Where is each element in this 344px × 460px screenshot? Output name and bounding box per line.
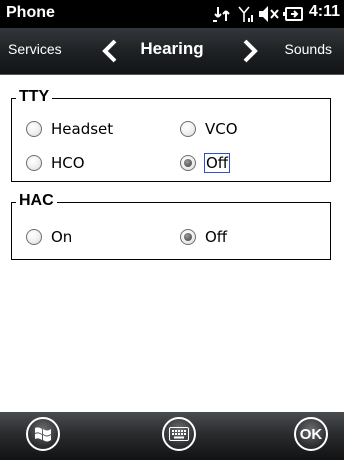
tty-hco-radio[interactable]: HCO <box>26 154 85 172</box>
hac-on-label: On <box>51 228 73 246</box>
hac-off-radio[interactable]: Off <box>180 228 227 246</box>
tty-vco-radio[interactable]: VCO <box>180 120 238 138</box>
speaker-muted-icon <box>259 6 279 22</box>
clock-time: 4:11 <box>308 3 340 20</box>
ok-button-label: OK <box>299 425 323 443</box>
hac-on-radio[interactable]: On <box>26 228 72 246</box>
start-windows-icon <box>35 427 51 442</box>
keyboard-button[interactable] <box>162 417 196 451</box>
tty-headset-label: Headset <box>51 120 114 138</box>
radio-unchecked-icon <box>180 121 196 137</box>
radio-unchecked-icon <box>26 155 42 171</box>
tty-group: TTY Headset VCO HCO Off <box>11 88 331 182</box>
bottom-softkey-bar: OK <box>0 412 344 460</box>
data-transfer-icon <box>213 7 230 22</box>
radio-unchecked-icon <box>26 121 42 137</box>
radio-checked-icon <box>180 229 196 245</box>
tty-off-label: Off <box>203 153 231 173</box>
hac-group-label: HAC <box>16 192 57 210</box>
tty-off-radio[interactable]: Off <box>180 153 231 173</box>
hac-off-label: Off <box>205 228 228 246</box>
radio-checked-icon <box>180 155 196 171</box>
nav-next-link[interactable]: Sounds <box>285 41 332 57</box>
tty-headset-radio[interactable]: Headset <box>26 120 113 138</box>
hac-group: HAC On Off <box>11 192 331 260</box>
ok-button[interactable]: OK <box>294 417 328 451</box>
app-title: Phone <box>6 4 55 21</box>
keyboard-icon <box>169 427 189 441</box>
status-bar: Phone 4:11 <box>0 0 344 28</box>
tty-hco-label: HCO <box>51 154 85 172</box>
tty-vco-label: VCO <box>205 120 238 138</box>
title-nav-bar: Services Hearing Sounds <box>0 28 344 75</box>
tty-group-label: TTY <box>16 88 53 106</box>
start-button[interactable] <box>26 417 60 451</box>
battery-charging-icon <box>283 7 303 21</box>
radio-unchecked-icon <box>26 229 42 245</box>
chevron-right-icon[interactable] <box>240 39 260 63</box>
signal-strength-icon <box>238 6 253 22</box>
